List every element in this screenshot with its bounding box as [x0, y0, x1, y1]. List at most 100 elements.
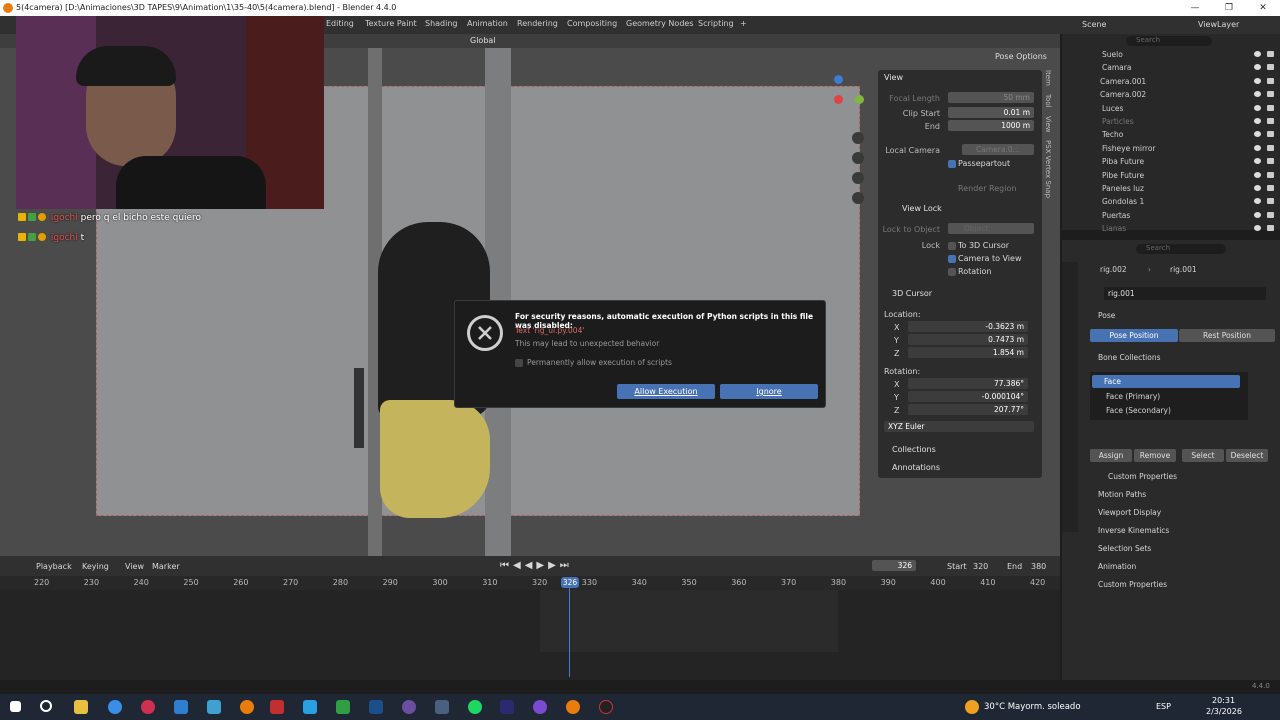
rotation-mode-select[interactable]: XYZ Euler [884, 421, 1034, 432]
clock-date[interactable]: 2/3/2026 [1206, 707, 1242, 716]
camera-to-view-checkbox[interactable] [948, 255, 956, 263]
outliner-item[interactable]: Camara [1062, 61, 1280, 74]
search-icon[interactable] [40, 700, 52, 712]
app-icon[interactable] [270, 700, 284, 714]
custom-properties-sub[interactable]: Custom Properties [1108, 472, 1177, 481]
visibility-eye-icon[interactable] [1254, 158, 1261, 165]
render-camera-icon[interactable] [1267, 77, 1274, 84]
render-camera-icon[interactable] [1267, 171, 1274, 178]
chrome-icon[interactable] [108, 700, 122, 714]
properties-search[interactable]: Search [1136, 244, 1226, 254]
select-button[interactable]: Select [1182, 449, 1224, 462]
app-icon[interactable] [435, 700, 449, 714]
outliner-item[interactable]: Piba Future [1062, 155, 1280, 168]
app-icon[interactable] [174, 700, 188, 714]
outliner-item[interactable]: Techo [1062, 128, 1280, 141]
pose-position-button[interactable]: Pose Position [1090, 329, 1178, 342]
after-effects-icon[interactable] [500, 700, 514, 714]
visibility-eye-icon[interactable] [1254, 131, 1261, 138]
obs-icon[interactable] [599, 700, 613, 714]
app-icon[interactable] [369, 700, 383, 714]
render-camera-icon[interactable] [1267, 144, 1274, 151]
assign-button[interactable]: Assign [1090, 449, 1132, 462]
file-explorer-icon[interactable] [74, 700, 88, 714]
view-menu[interactable]: View [125, 562, 144, 571]
outliner-item[interactable]: Gondolas 1 [1062, 195, 1280, 208]
weather-text[interactable]: 30°C Mayorm. soleado [984, 702, 1081, 712]
remove-button[interactable]: Remove [1134, 449, 1176, 462]
outliner-item[interactable]: Particles [1062, 115, 1280, 128]
zoom-icon[interactable] [852, 132, 864, 144]
playback-menu[interactable]: Playback [36, 562, 72, 571]
keying-menu[interactable]: Keying [82, 562, 109, 571]
rest-position-button[interactable]: Rest Position [1179, 329, 1275, 342]
frame-ruler[interactable]: 220 230 240 250 260 270 280 290 300 310 320 330 340 3… [0, 576, 1060, 590]
viewport-display-header[interactable]: Viewport Display [1098, 508, 1161, 517]
visibility-eye-icon[interactable] [1254, 104, 1261, 111]
tab-rendering[interactable]: Rendering [517, 19, 558, 28]
visibility-eye-icon[interactable] [1254, 144, 1261, 151]
playhead-frame-label[interactable]: 326 [561, 577, 579, 588]
outliner-item[interactable]: Fisheye mirror [1062, 142, 1280, 155]
annotations-header[interactable]: Annotations [892, 463, 940, 472]
blender-active-icon[interactable] [566, 700, 580, 714]
pose-panel-header[interactable]: Pose [1098, 311, 1115, 320]
maximize-button[interactable]: ❐ [1212, 0, 1246, 16]
add-workspace-button[interactable]: + [740, 19, 747, 28]
collections-header[interactable]: Collections [892, 445, 936, 454]
app-icon[interactable] [303, 700, 317, 714]
tab-psx-vertex-snap[interactable]: PSX Vertex Snap [1044, 140, 1052, 198]
chat-username[interactable]: igochi [51, 213, 78, 223]
render-camera-icon[interactable] [1267, 198, 1274, 205]
animation-header[interactable]: Animation [1098, 562, 1136, 571]
tab-scripting[interactable]: Scripting [698, 19, 734, 28]
visibility-eye-icon[interactable] [1254, 225, 1261, 232]
current-frame-field[interactable]: 326 [872, 560, 916, 571]
list-item[interactable]: Face (Primary) [1106, 392, 1160, 401]
blender-icon[interactable] [240, 700, 254, 714]
visibility-eye-icon[interactable] [1254, 118, 1261, 124]
lock-icon[interactable] [852, 192, 864, 204]
view-section-header[interactable]: View [884, 73, 903, 82]
marker-menu[interactable]: Marker [152, 562, 180, 571]
visibility-eye-icon[interactable] [1254, 77, 1261, 84]
clip-end-field[interactable]: 1000 m [948, 120, 1034, 131]
gizmo-x-axis-icon[interactable] [834, 95, 843, 104]
list-item[interactable]: Face [1092, 375, 1240, 388]
passepartout-checkbox[interactable] [948, 160, 956, 168]
to-3d-cursor-checkbox[interactable] [948, 242, 956, 250]
render-camera-icon[interactable] [1267, 211, 1274, 218]
deselect-button[interactable]: Deselect [1226, 449, 1268, 462]
pan-hand-icon[interactable] [852, 152, 864, 164]
opera-icon[interactable] [141, 700, 155, 714]
inverse-kinematics-header[interactable]: Inverse Kinematics [1098, 526, 1169, 535]
clip-start-field[interactable]: 0.01 m [948, 107, 1034, 118]
app-icon[interactable] [207, 700, 221, 714]
outliner-item[interactable]: Puertas [1062, 209, 1280, 222]
motion-paths-header[interactable]: Motion Paths [1098, 490, 1146, 499]
lock-to-object-field[interactable]: Object [948, 223, 1034, 234]
start-frame-field[interactable]: 320 [973, 562, 988, 571]
cursor-location-x[interactable]: -0.3623 m [908, 321, 1028, 332]
outliner-search[interactable]: Search [1126, 36, 1212, 46]
custom-properties-header[interactable]: Custom Properties [1098, 580, 1167, 589]
playhead[interactable] [569, 577, 570, 677]
app-icon[interactable] [533, 700, 547, 714]
clock-time[interactable]: 20:31 [1212, 696, 1235, 705]
visibility-eye-icon[interactable] [1254, 64, 1261, 71]
render-region-label[interactable]: Render Region [958, 184, 1016, 193]
cursor-location-z[interactable]: 1.854 m [908, 347, 1028, 358]
rotation-lock-checkbox[interactable] [948, 268, 956, 276]
tab-editing[interactable]: Editing [326, 19, 354, 28]
visibility-eye-icon[interactable] [1254, 211, 1261, 218]
pose-options-button[interactable]: Pose Options [995, 52, 1047, 61]
tab-item[interactable]: Item [1044, 70, 1052, 86]
spotify-icon[interactable] [468, 700, 482, 714]
render-camera-icon[interactable] [1267, 51, 1274, 57]
cursor-rotation-z[interactable]: 207.77° [908, 404, 1028, 415]
playback-controls[interactable]: ⏮◀◀▶▶⏭ [500, 560, 573, 571]
cursor-rotation-y[interactable]: -0.000104° [908, 391, 1028, 402]
list-item[interactable]: Face (Secondary) [1106, 406, 1171, 415]
dopesheet-area[interactable] [0, 590, 1060, 680]
end-frame-field[interactable]: 380 [1031, 562, 1046, 571]
